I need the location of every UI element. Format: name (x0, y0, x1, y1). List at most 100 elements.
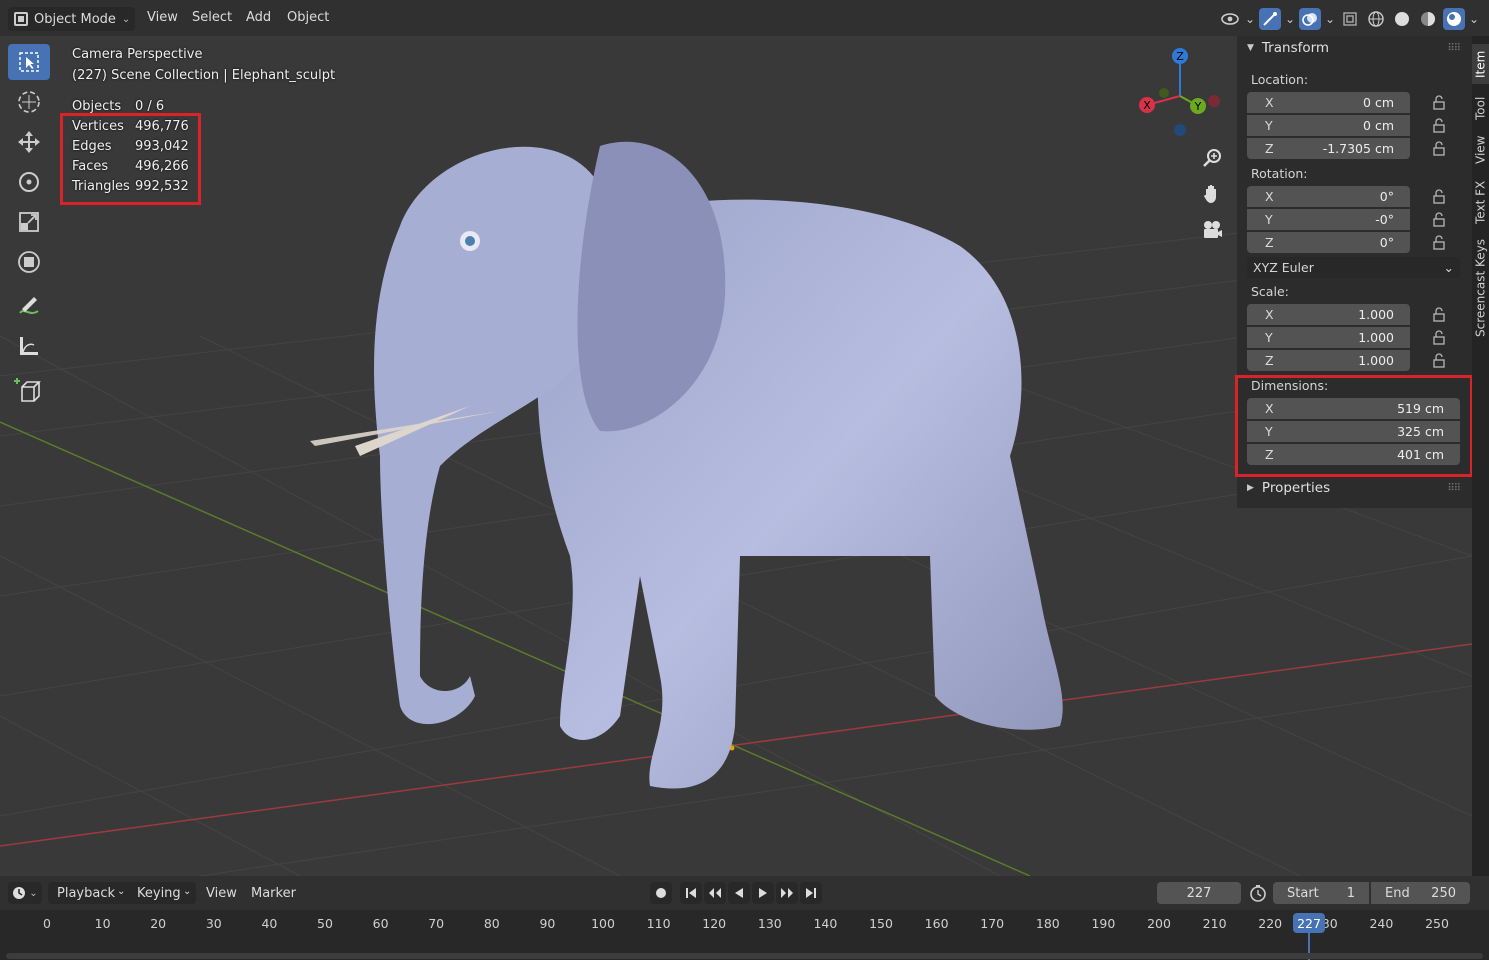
drag-handle-icon[interactable]: ⠿⠿ (1447, 43, 1461, 54)
expand-triangle-icon: ▶ (1247, 483, 1254, 493)
scale-y-field[interactable]: Y 1.000 (1247, 327, 1410, 348)
move-icon[interactable] (8, 124, 50, 160)
jump-end-icon[interactable] (800, 882, 822, 904)
lock-icon[interactable] (1432, 189, 1448, 204)
sidebar-tabs: Item Tool View Text FX Screencast Keys (1472, 36, 1489, 876)
lock-icon[interactable] (1432, 95, 1448, 110)
next-keyframe-icon[interactable] (776, 882, 798, 904)
lock-icon[interactable] (1432, 353, 1448, 368)
rotate-icon[interactable] (8, 164, 50, 200)
visibility-icon[interactable] (1219, 8, 1241, 30)
tab-screencast-keys[interactable]: Screencast Keys (1472, 234, 1489, 342)
tab-text-fx[interactable]: Text FX (1472, 174, 1489, 230)
menu-object[interactable]: Object (287, 10, 329, 25)
menu-marker[interactable]: Marker (251, 886, 296, 901)
stats-highlight-box (60, 113, 201, 205)
scale-label: Scale: (1251, 284, 1289, 299)
end-frame-field[interactable]: End 250 (1371, 882, 1470, 904)
playhead-frame[interactable]: 227 (1293, 913, 1325, 933)
prev-keyframe-icon[interactable] (704, 882, 726, 904)
menu-select[interactable]: Select (192, 10, 232, 25)
play-reverse-icon[interactable] (728, 882, 750, 904)
overlays-toggle-icon[interactable] (1299, 8, 1321, 30)
play-icon[interactable] (752, 882, 774, 904)
location-y-field[interactable]: Y0 cm (1247, 115, 1410, 136)
lock-icon[interactable] (1432, 118, 1448, 133)
rotation-x-field[interactable]: X 0° (1247, 186, 1410, 207)
rotation-z-field[interactable]: Z 0° (1247, 232, 1410, 253)
wireframe-shading-icon[interactable] (1365, 8, 1387, 30)
material-shading-icon[interactable] (1417, 8, 1439, 30)
add-cube-icon[interactable] (8, 372, 50, 408)
start-label: Start (1287, 885, 1319, 901)
transform-title: Transform (1261, 40, 1330, 56)
xray-toggle-icon[interactable] (1339, 8, 1361, 30)
menu-add[interactable]: Add (246, 10, 271, 25)
transform-panel-header[interactable]: ▼ Transform ⠿⠿ (1237, 36, 1472, 60)
rotation-y-field[interactable]: Y -0° (1247, 209, 1410, 230)
frame-tick-label: 220 (1258, 916, 1283, 931)
location-x-field[interactable]: X0 cm (1247, 92, 1410, 113)
record-icon[interactable] (650, 882, 672, 904)
current-frame-field[interactable]: 227 (1157, 882, 1241, 904)
chevron-down-icon: ⌄ (1443, 260, 1454, 275)
annotate-icon[interactable] (8, 288, 50, 324)
solid-shading-icon[interactable] (1391, 8, 1413, 30)
camera-view-icon[interactable] (1198, 216, 1226, 244)
location-z-field[interactable]: Z -1.7305 cm (1247, 138, 1410, 159)
tab-view[interactable]: View (1472, 130, 1489, 170)
mode-selector[interactable]: Object Mode ⌄ (8, 7, 135, 31)
frame-tick-label: 150 (869, 916, 893, 931)
scale-icon[interactable] (8, 204, 50, 240)
viewport-header: Object Mode ⌄ View Select Add Object ⌄ ⌄… (0, 0, 1489, 36)
jump-start-icon[interactable] (680, 882, 702, 904)
zoom-icon[interactable] (1198, 144, 1226, 172)
frame-tick-label: 80 (483, 916, 500, 931)
lock-icon[interactable] (1432, 235, 1448, 250)
navigation-controls (1198, 144, 1226, 252)
start-value: 1 (1346, 885, 1355, 901)
frame-tick-label: 180 (1035, 916, 1060, 931)
transform-icon[interactable] (8, 244, 50, 280)
stopwatch-icon[interactable] (1249, 884, 1267, 906)
location-label: Location: (1251, 72, 1309, 87)
pan-hand-icon[interactable] (1198, 180, 1226, 208)
chevron-down-icon[interactable]: ⌄ (1469, 8, 1479, 30)
collection-label: (227) Scene Collection | Elephant_sculpt (72, 68, 336, 83)
scale-z-field[interactable]: Z 1.000 (1247, 350, 1410, 371)
chevron-down-icon: ⌄ (121, 13, 131, 25)
chevron-down-icon[interactable]: ⌄ (1285, 8, 1295, 30)
frame-tick-label: 0 (43, 916, 51, 931)
lock-icon[interactable] (1432, 141, 1448, 156)
select-box-icon[interactable] (8, 44, 50, 80)
dimensions-highlight-box (1235, 375, 1473, 477)
chevron-down-icon[interactable]: ⌄ (1245, 8, 1255, 30)
chevron-down-icon[interactable]: ⌄ (1325, 8, 1335, 30)
scale-x-field[interactable]: X 1.000 (1247, 304, 1410, 325)
frame-tick-label: 250 (1425, 916, 1449, 931)
frame-tick-label: 130 (757, 916, 782, 931)
properties-panel-header[interactable]: ▶ Properties ⠿⠿ (1237, 476, 1472, 500)
timeline-scrollbar[interactable] (6, 953, 1483, 959)
rotation-label: Rotation: (1251, 166, 1308, 181)
rendered-shading-icon[interactable] (1443, 8, 1465, 30)
tab-tool[interactable]: Tool (1472, 88, 1489, 128)
measure-icon[interactable] (8, 328, 50, 364)
lock-icon[interactable] (1432, 330, 1448, 345)
timeline-ruler[interactable]: 0 10 20 30 40 50 60 70 80 90 100 110 120 130 140 150 160… (0, 910, 1489, 960)
timeline-header: ⌄ Playback ⌄ Keying ⌄ View Marker 227 St… (0, 876, 1489, 910)
lock-icon[interactable] (1432, 307, 1448, 322)
menu-view[interactable]: View (206, 886, 237, 901)
menu-playback[interactable]: Playback (57, 886, 115, 901)
editor-type-selector[interactable]: ⌄ (8, 882, 42, 904)
lock-icon[interactable] (1432, 212, 1448, 227)
menu-keying[interactable]: Keying (137, 886, 181, 901)
menu-view[interactable]: View (147, 10, 178, 25)
gizmo-toggle-icon[interactable] (1259, 8, 1281, 30)
tab-item[interactable]: Item (1472, 44, 1489, 84)
drag-handle-icon[interactable]: ⠿⠿ (1447, 483, 1461, 494)
rotation-mode-dropdown[interactable]: XYZ Euler ⌄ (1247, 257, 1460, 278)
navigation-gizmo[interactable]: Z X Y (1130, 46, 1230, 156)
start-frame-field[interactable]: Start 1 (1273, 882, 1369, 904)
cursor-icon[interactable] (8, 84, 50, 120)
